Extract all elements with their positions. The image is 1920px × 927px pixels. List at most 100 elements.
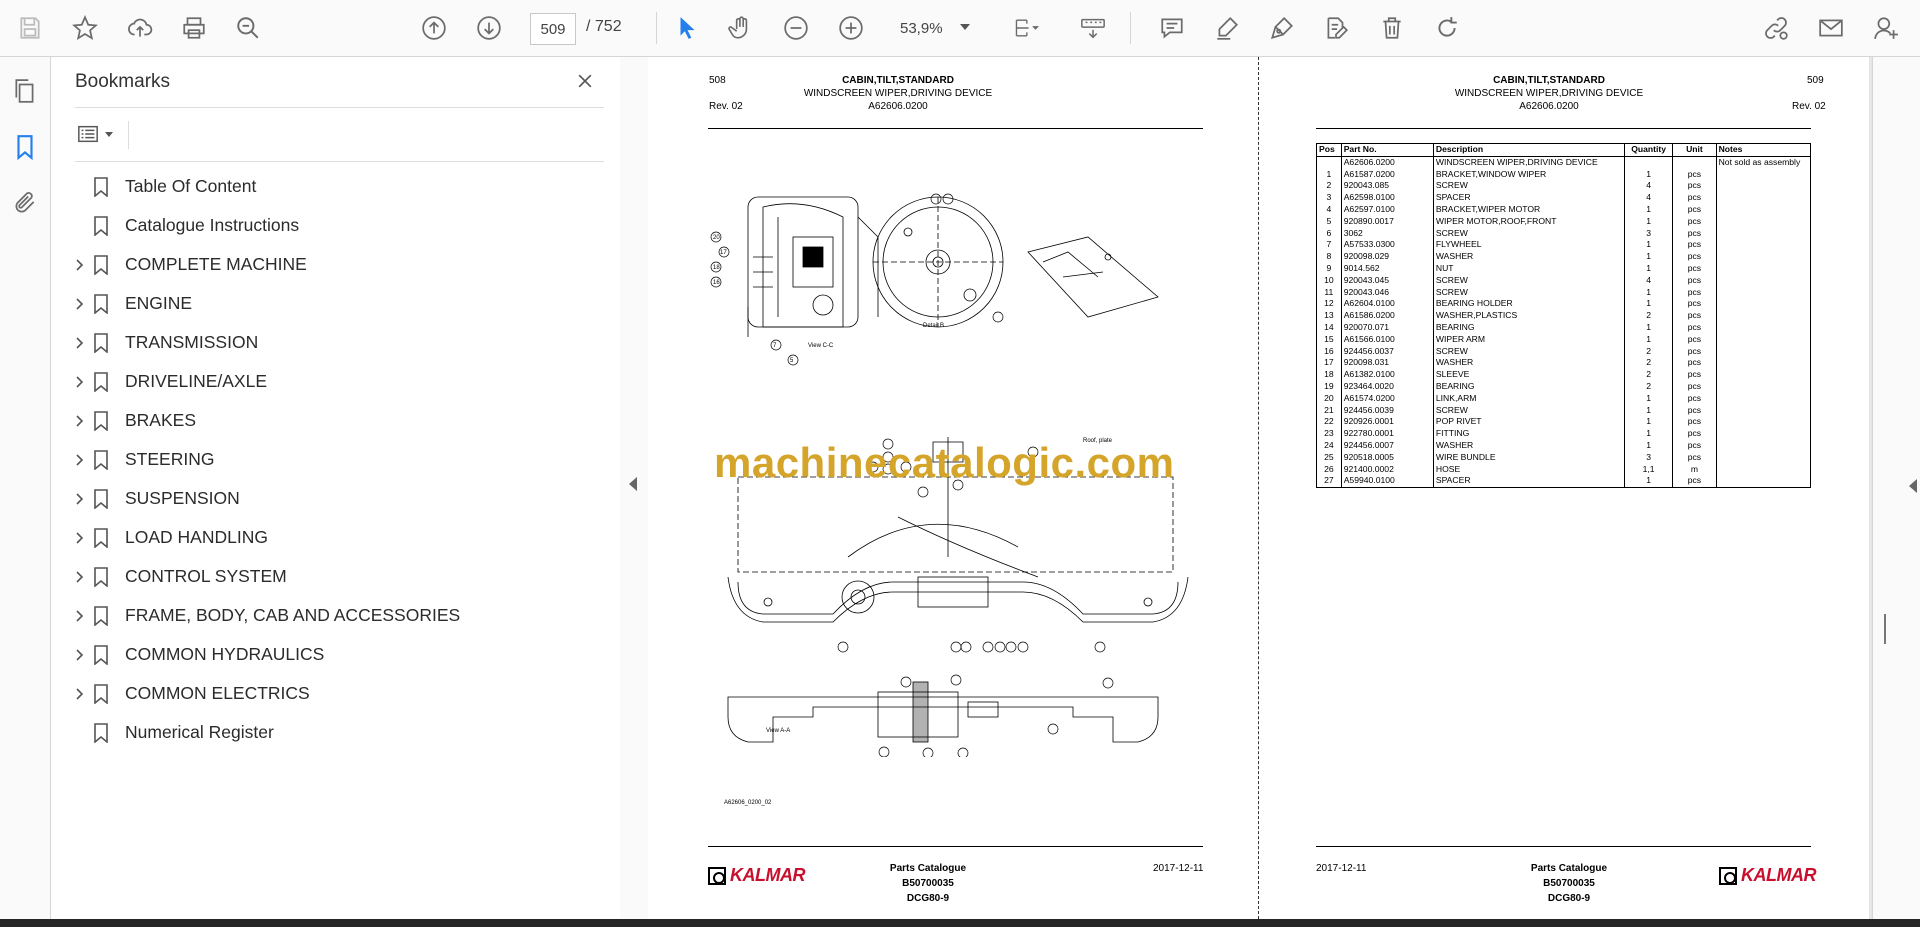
cell-unit: m (1672, 463, 1717, 476)
zoom-out-icon[interactable] (778, 10, 814, 46)
col-quantity: Quantity (1623, 143, 1674, 157)
bookmark-item[interactable]: BRAKES (51, 404, 611, 438)
bookmark-item[interactable]: Numerical Register (51, 716, 611, 750)
bookmark-item[interactable]: CONTROL SYSTEM (51, 560, 611, 594)
cell-unit: pcs (1672, 286, 1717, 299)
bookmark-item[interactable]: ENGINE (51, 287, 611, 321)
cell-unit: pcs (1672, 310, 1717, 322)
cell-unit (1672, 156, 1717, 169)
chevron-right-icon[interactable] (71, 647, 87, 663)
page-fit-icon[interactable] (1004, 10, 1048, 46)
panel-divider (75, 161, 604, 162)
bookmark-item[interactable]: DRIVELINE/AXLE (51, 365, 611, 399)
chevron-right-icon[interactable] (71, 530, 87, 546)
table-row: 15 A61566.0100 WIPER ARM 1 pcs (1316, 333, 1812, 346)
chevron-right-icon[interactable] (71, 491, 87, 507)
bookmark-item[interactable]: Table Of Content (51, 170, 611, 204)
bookmark-item[interactable]: COMMON HYDRAULICS (51, 638, 611, 672)
bookmark-item[interactable]: COMMON ELECTRICS (51, 677, 611, 711)
chevron-down-icon (105, 131, 113, 137)
hand-tool-icon[interactable] (723, 10, 759, 46)
cloud-upload-icon[interactable] (122, 10, 158, 46)
share-link-icon[interactable] (1758, 10, 1794, 46)
cell-notes (1715, 369, 1812, 381)
list-options-icon (78, 125, 98, 143)
account-icon[interactable] (1868, 10, 1904, 46)
expand-panel-icon[interactable] (1909, 479, 1917, 493)
toolbar-divider (656, 12, 657, 44)
select-cursor-icon[interactable] (669, 10, 705, 46)
highlight-pen-icon[interactable] (1209, 10, 1245, 46)
chevron-right-icon[interactable] (71, 686, 87, 702)
chevron-right-icon[interactable] (71, 257, 87, 273)
page-code: A62606.0200 (868, 101, 928, 112)
redo-icon[interactable] (1429, 10, 1465, 46)
save-icon[interactable] (12, 10, 48, 46)
page-number-input[interactable]: 509 (530, 13, 576, 45)
cell-part-no: A61586.0200 (1340, 310, 1434, 322)
page-thumbnails-icon[interactable] (9, 75, 41, 107)
draw-signature-icon[interactable] (1264, 10, 1300, 46)
panel-splitter[interactable] (620, 57, 648, 919)
chevron-right-icon[interactable] (71, 608, 87, 624)
cell-pos: 9 (1316, 262, 1342, 275)
previous-page-icon[interactable] (416, 10, 452, 46)
cell-part-no: 923464.0020 (1340, 380, 1434, 393)
cell-notes (1715, 345, 1812, 358)
chevron-right-icon[interactable] (71, 569, 87, 585)
cell-quantity: 1 (1623, 439, 1674, 452)
cell-part-no: A62598.0100 (1340, 192, 1434, 204)
cell-pos: 5 (1316, 215, 1342, 228)
comment-icon[interactable] (1154, 10, 1190, 46)
close-icon[interactable] (571, 67, 599, 95)
cell-quantity: 1 (1623, 321, 1674, 334)
bookmark-options-button[interactable] (77, 119, 123, 149)
print-icon[interactable] (176, 10, 212, 46)
document-viewer[interactable]: 508 CABIN,TILT,STANDARD WINDSCREEN WIPER… (648, 57, 1872, 919)
next-page-icon[interactable] (471, 10, 507, 46)
edit-document-icon[interactable] (1318, 10, 1354, 46)
chevron-right-icon[interactable] (71, 374, 87, 390)
cell-notes (1715, 180, 1812, 193)
chevron-right-icon[interactable] (71, 452, 87, 468)
cell-pos: 16 (1316, 345, 1342, 358)
cell-unit: pcs (1672, 380, 1717, 393)
cell-part-no: 920098.031 (1340, 357, 1434, 370)
footer-date: 2017-12-11 (1316, 863, 1367, 874)
zoom-in-icon[interactable] (833, 10, 869, 46)
cell-notes (1715, 168, 1812, 181)
cell-part-no: A61574.0200 (1340, 392, 1434, 405)
cell-unit: pcs (1672, 262, 1717, 275)
bookmark-item[interactable]: FRAME, BODY, CAB AND ACCESSORIES (51, 599, 611, 633)
zoom-level-select[interactable]: 53,9% (892, 13, 978, 43)
bookmarks-panel-icon[interactable] (9, 131, 41, 163)
bookmark-item[interactable]: SUSPENSION (51, 482, 611, 516)
zoom-search-icon[interactable] (230, 10, 266, 46)
cell-part-no: 920518.0005 (1340, 451, 1434, 464)
bookmark-item[interactable]: TRANSMISSION (51, 326, 611, 360)
email-icon[interactable] (1813, 10, 1849, 46)
col-part-no: Part No. (1340, 143, 1434, 157)
bookmark-label: CONTROL SYSTEM (125, 566, 287, 586)
table-row: 18 A61382.0100 SLEEVE 2 pcs (1316, 369, 1812, 381)
page-code: A62606.0200 (1519, 101, 1579, 112)
bookmark-item[interactable]: Catalogue Instructions (51, 209, 611, 243)
cell-pos: 22 (1316, 416, 1342, 429)
scrollbar-thumb[interactable] (1884, 614, 1886, 644)
cell-notes (1715, 239, 1812, 252)
bookmark-item[interactable]: COMPLETE MACHINE (51, 248, 611, 282)
scroll-mode-icon[interactable] (1073, 10, 1113, 46)
footer-rule (1316, 846, 1811, 847)
table-row: 23 922780.0001 FITTING 1 pcs (1316, 428, 1812, 440)
chevron-right-icon[interactable] (71, 413, 87, 429)
collapse-panel-icon[interactable] (629, 477, 637, 491)
star-icon[interactable] (67, 10, 103, 46)
chevron-right-icon[interactable] (71, 335, 87, 351)
bookmark-item[interactable]: LOAD HANDLING (51, 521, 611, 555)
delete-icon[interactable] (1374, 10, 1410, 46)
cell-part-no: A57533.0300 (1340, 239, 1434, 252)
cell-pos: 11 (1316, 286, 1342, 299)
bookmark-item[interactable]: STEERING (51, 443, 611, 477)
attachments-icon[interactable] (9, 187, 41, 219)
chevron-right-icon[interactable] (71, 296, 87, 312)
